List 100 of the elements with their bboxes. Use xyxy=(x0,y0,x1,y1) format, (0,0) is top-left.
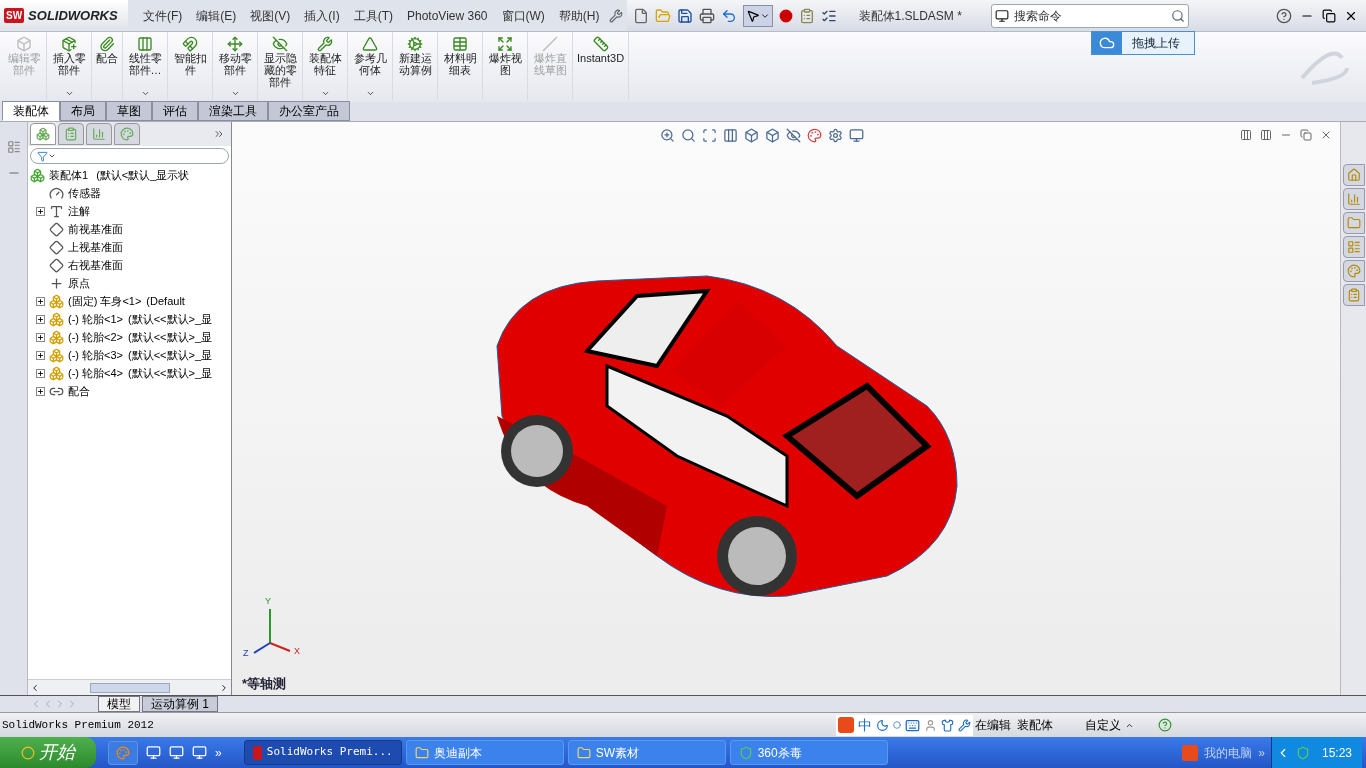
scroll-right-icon[interactable] xyxy=(219,682,229,693)
expand-toggle[interactable] xyxy=(35,368,45,378)
ribbon-button[interactable]: 智能扣件 xyxy=(168,32,213,100)
ribbon-tab[interactable]: 布局 xyxy=(60,101,106,121)
tree-item-label[interactable]: 上视基准面 xyxy=(68,238,123,256)
expand-toggle[interactable] xyxy=(35,350,45,360)
ribbon-button[interactable]: 配合 xyxy=(92,32,123,100)
user-icon[interactable] xyxy=(923,718,937,732)
caret-icon[interactable] xyxy=(140,89,150,98)
scene-icon[interactable] xyxy=(828,127,843,143)
caret-icon[interactable] xyxy=(320,89,330,98)
ribbon-tab[interactable]: 渲染工具 xyxy=(198,101,268,121)
options-icon[interactable] xyxy=(798,7,815,24)
appearance-icon[interactable] xyxy=(807,127,822,143)
scrollbar-thumb[interactable] xyxy=(89,682,170,693)
tree-item-label[interactable]: (-) 轮胎<1> xyxy=(68,310,123,328)
units-menu[interactable]: 自定义 xyxy=(1084,716,1134,734)
bottom-tab[interactable]: 模型 xyxy=(98,696,140,712)
select-button[interactable] xyxy=(742,4,773,27)
expand-toggle[interactable] xyxy=(35,296,45,306)
tree-item-label[interactable]: (-) 轮胎<3> xyxy=(68,346,123,364)
undo-icon[interactable] xyxy=(720,7,737,24)
ribbon-button[interactable]: 移动零部件 xyxy=(213,32,258,100)
ribbon-tab[interactable]: 办公室产品 xyxy=(268,101,350,121)
ribbon-button[interactable]: 显示隐藏的零部件 xyxy=(258,32,303,100)
expand-toggle[interactable] xyxy=(35,332,45,342)
section-view-icon[interactable] xyxy=(723,127,738,143)
expand-icon[interactable] xyxy=(213,128,225,140)
design-tool-icon[interactable] xyxy=(6,140,21,154)
menu-item[interactable]: 窗口(W) xyxy=(494,6,552,25)
tree-item-label[interactable]: 配合 xyxy=(68,382,90,400)
tree-item-label[interactable]: 右视基准面 xyxy=(68,256,123,274)
menu-item[interactable]: 工具(T) xyxy=(346,6,400,25)
filter-field[interactable] xyxy=(30,148,229,164)
task-pane-tab[interactable] xyxy=(1342,212,1365,234)
caret-icon[interactable] xyxy=(64,89,74,98)
ribbon-tab[interactable]: 草图 xyxy=(106,101,152,121)
tree-item-label[interactable]: (固定) 车身<1> xyxy=(68,292,142,310)
expand-toggle[interactable] xyxy=(35,314,45,324)
menu-item[interactable]: 视图(V) xyxy=(243,6,298,25)
ribbon-button[interactable]: Instant3D xyxy=(573,32,630,100)
tree-item-label[interactable]: 注解 xyxy=(68,202,90,220)
taskbar-button[interactable]: SW素材 xyxy=(567,740,726,765)
quick-launch-icon[interactable] xyxy=(169,745,184,760)
view-settings-icon[interactable] xyxy=(849,127,864,143)
upload-tooltip[interactable]: 拖拽上传 xyxy=(1090,30,1195,55)
caret-icon[interactable] xyxy=(365,89,375,98)
print-icon[interactable] xyxy=(698,7,715,24)
ime-mode[interactable]: 中 xyxy=(857,714,872,736)
taskbar-button[interactable]: SolidWorks Premi... xyxy=(243,740,402,765)
ribbon-button[interactable]: 材料明细表 xyxy=(438,32,483,100)
shirt-icon[interactable] xyxy=(940,718,954,732)
quick-launch-icon[interactable] xyxy=(192,745,207,760)
ribbon-button[interactable]: 线性零部件… xyxy=(123,32,168,100)
ribbon-button[interactable]: 爆炸视图 xyxy=(483,32,528,100)
bottom-tab[interactable]: 运动算例 1 xyxy=(142,696,218,712)
panel-tab[interactable] xyxy=(30,123,56,145)
tree-item-label[interactable]: 传感器 xyxy=(68,184,101,202)
view-orientation-icon[interactable] xyxy=(744,127,759,143)
ribbon-button[interactable]: 新建运动算例 xyxy=(393,32,438,100)
search-icon[interactable] xyxy=(1170,8,1185,23)
tree-item-label[interactable]: (-) 轮胎<2> xyxy=(68,328,123,346)
tree-item-label[interactable]: (-) 轮胎<4> xyxy=(68,364,123,382)
more-button[interactable]: » xyxy=(215,743,222,762)
quick-launch-icon[interactable] xyxy=(146,745,161,760)
display-style-icon[interactable] xyxy=(765,127,780,143)
taskbar-button[interactable]: 360杀毒 xyxy=(729,740,888,765)
task-pane-tab[interactable] xyxy=(1342,284,1365,306)
help-icon[interactable] xyxy=(1276,7,1292,24)
split-right-icon[interactable] xyxy=(1260,129,1272,141)
taskbar-button[interactable]: 奥迪副本 xyxy=(405,740,564,765)
tree-item-label[interactable]: 前视基准面 xyxy=(68,220,123,238)
menu-item[interactable]: 插入(I) xyxy=(297,6,347,25)
scroll-left-icon[interactable] xyxy=(30,682,40,693)
moon-icon[interactable] xyxy=(875,718,889,732)
ime-toolbar[interactable]: 中 xyxy=(835,714,973,736)
toolbar-label[interactable]: 我的电脑 xyxy=(1204,743,1253,762)
save-icon[interactable] xyxy=(676,7,693,24)
restore-icon[interactable] xyxy=(1322,8,1336,23)
tree-item-label[interactable]: 原点 xyxy=(68,274,90,292)
menu-item[interactable]: PhotoView 360 xyxy=(400,6,495,25)
ribbon-button[interactable]: 参考几何体 xyxy=(348,32,393,100)
menu-item[interactable]: 帮助(H) xyxy=(551,6,607,25)
keyboard-icon[interactable] xyxy=(904,717,920,733)
split-left-icon[interactable] xyxy=(1240,129,1252,141)
ribbon-button[interactable]: 插入零部件 xyxy=(47,32,92,100)
search-field[interactable]: 搜索命令 xyxy=(990,3,1189,28)
hide-show-icon[interactable] xyxy=(786,127,801,143)
caret-icon[interactable] xyxy=(230,89,240,98)
more-button[interactable]: » xyxy=(1258,743,1265,762)
ribbon-button[interactable]: 装配体特征 xyxy=(303,32,348,100)
ribbon-tab[interactable]: 装配体 xyxy=(2,101,60,121)
expand-toggle[interactable] xyxy=(35,206,45,216)
pin-icon[interactable] xyxy=(608,8,623,23)
help-icon[interactable] xyxy=(1157,718,1172,732)
expand-toggle[interactable] xyxy=(35,386,45,396)
menu-item[interactable]: 编辑(E) xyxy=(189,6,244,25)
menu-item[interactable]: 文件(F) xyxy=(136,6,190,25)
task-pane-tab[interactable] xyxy=(1342,188,1365,210)
task-pane-tab[interactable] xyxy=(1342,260,1365,282)
